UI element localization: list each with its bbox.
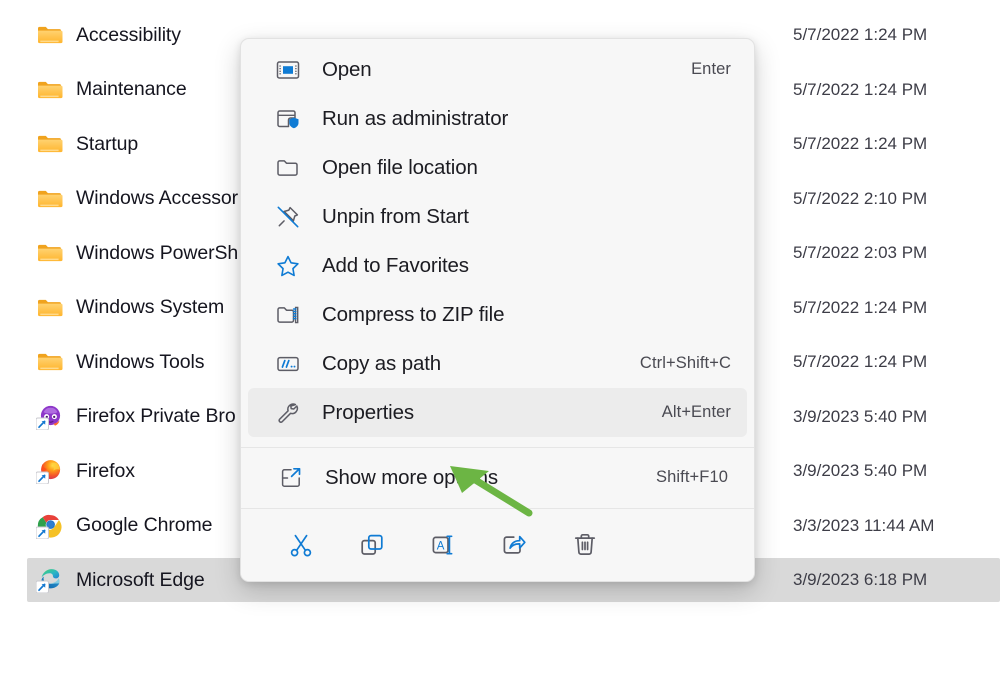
google-chrome-icon [36, 513, 63, 539]
file-row-name-cell[interactable]: Windows PowerSh [27, 231, 238, 275]
file-row-date: 5/7/2022 2:10 PM [793, 188, 928, 208]
menu-item-shortcut: Enter [691, 60, 731, 78]
file-row-name-cell[interactable]: Windows Accessor [27, 177, 238, 221]
file-row-label: Google Chrome [76, 514, 213, 536]
menu-item-unpin-from-start[interactable]: Unpin from Start [248, 192, 747, 241]
file-row-label: Windows System [76, 296, 225, 318]
menu-item-shortcut: Shift+F10 [656, 468, 728, 486]
scissors-icon [286, 530, 316, 560]
file-row-date: 5/7/2022 1:24 PM [793, 297, 928, 317]
file-row-name-cell[interactable]: Google Chrome [27, 504, 212, 548]
shield-window-icon [274, 105, 301, 132]
share-button[interactable] [478, 519, 549, 571]
file-row-name-cell[interactable]: Startup [27, 122, 138, 166]
context-menu-items: Open Enter Run as administrator Open file… [241, 39, 754, 442]
file-row-label: Windows PowerSh [76, 241, 239, 264]
file-row-name-cell[interactable]: Maintenance [27, 68, 187, 112]
menu-item-label: Open [322, 57, 372, 81]
folder-icon [36, 240, 63, 266]
microsoft-edge-icon [36, 567, 63, 593]
rename-icon: A [428, 530, 458, 560]
folder-icon [36, 349, 63, 375]
folder-outline-icon [274, 154, 301, 181]
file-row-name-cell[interactable]: Microsoft Edge [27, 558, 205, 602]
context-menu[interactable]: Open Enter Run as administrator Open file… [240, 38, 755, 582]
menu-item-copy-as-path[interactable]: Copy as path Ctrl+Shift+C [248, 339, 747, 388]
zip-folder-icon [274, 301, 301, 328]
file-row-date: 5/7/2022 2:03 PM [793, 243, 928, 262]
star-icon [274, 252, 301, 279]
folder-icon [36, 131, 63, 157]
file-row-label: Maintenance [76, 78, 187, 100]
menu-item-label: Properties [322, 400, 414, 424]
copy-as-path-icon [274, 350, 301, 377]
copy-button[interactable] [336, 519, 407, 571]
file-row-label: Firefox [76, 459, 135, 482]
copy-icon [357, 530, 387, 560]
file-row-name-cell[interactable]: Windows Tools [27, 340, 205, 384]
menu-item-label: Add to Favorites [322, 253, 469, 277]
context-menu-footer: Show more options Shift+F10 [241, 453, 754, 508]
file-row-date: 3/9/2023 6:18 PM [793, 570, 928, 589]
rename-button[interactable]: A [407, 519, 478, 571]
file-row-label: Windows Accessor [76, 187, 239, 209]
delete-button[interactable] [549, 519, 620, 571]
menu-item-open[interactable]: Open Enter [248, 45, 747, 94]
menu-item-shortcut: Alt+Enter [661, 403, 731, 421]
file-row-date: 3/9/2023 5:40 PM [793, 461, 928, 480]
menu-separator [241, 447, 754, 448]
file-row-name-cell[interactable]: Windows System [27, 286, 224, 330]
wrench-icon [274, 399, 301, 426]
cut-button[interactable] [265, 519, 336, 571]
file-row-date: 5/7/2022 1:24 PM [793, 79, 928, 99]
menu-item-label: Run as administrator [322, 106, 509, 130]
file-row-label: Startup [76, 132, 139, 155]
open-window-icon [274, 56, 301, 83]
file-row-date: 5/7/2022 1:24 PM [793, 134, 928, 153]
file-row-date: 5/7/2022 1:24 PM [793, 25, 928, 44]
file-row-label: Windows Tools [76, 350, 205, 373]
file-row-date: 3/9/2023 5:40 PM [793, 406, 928, 426]
menu-item-open-file-location[interactable]: Open file location [248, 143, 747, 192]
menu-item-label: Show more options [325, 465, 498, 489]
menu-item-shortcut: Ctrl+Shift+C [639, 354, 731, 372]
file-row-name-cell[interactable]: Accessibility [27, 13, 181, 57]
file-row-label: Accessibility [76, 23, 181, 46]
file-row-label: Firefox Private Bro [76, 405, 236, 427]
menu-item-compress-to-zip-file[interactable]: Compress to ZIP file [248, 290, 747, 339]
folder-icon [36, 186, 63, 212]
trash-icon [570, 530, 600, 560]
file-row-date: 5/7/2022 1:24 PM [793, 352, 928, 371]
menu-item-label: Compress to ZIP file [322, 302, 505, 326]
file-row-name-cell[interactable]: Firefox Private Bro [27, 395, 236, 439]
context-menu-action-bar[interactable]: A [241, 508, 754, 581]
show-more-options-icon [277, 464, 304, 491]
svg-text:A: A [436, 540, 444, 552]
share-icon [499, 530, 529, 560]
file-row-name-cell[interactable]: Firefox [27, 449, 135, 493]
menu-item-run-as-administrator[interactable]: Run as administrator [248, 94, 747, 143]
firefox-icon [36, 458, 63, 484]
file-row-date: 3/3/2023 11:44 AM [793, 515, 935, 535]
folder-icon [36, 295, 63, 321]
menu-item-label: Copy as path [322, 351, 441, 375]
firefox-private-browsing-icon [36, 404, 63, 430]
menu-item-show-more-options[interactable]: Show more options Shift+F10 [251, 453, 744, 502]
menu-item-properties[interactable]: Properties Alt+Enter [248, 388, 747, 437]
folder-icon [36, 77, 63, 103]
menu-item-label: Unpin from Start [322, 204, 469, 228]
file-row-label: Microsoft Edge [76, 568, 205, 591]
menu-item-add-to-favorites[interactable]: Add to Favorites [248, 241, 747, 290]
unpin-icon [274, 203, 301, 230]
folder-icon [36, 22, 63, 48]
menu-item-label: Open file location [322, 155, 478, 179]
